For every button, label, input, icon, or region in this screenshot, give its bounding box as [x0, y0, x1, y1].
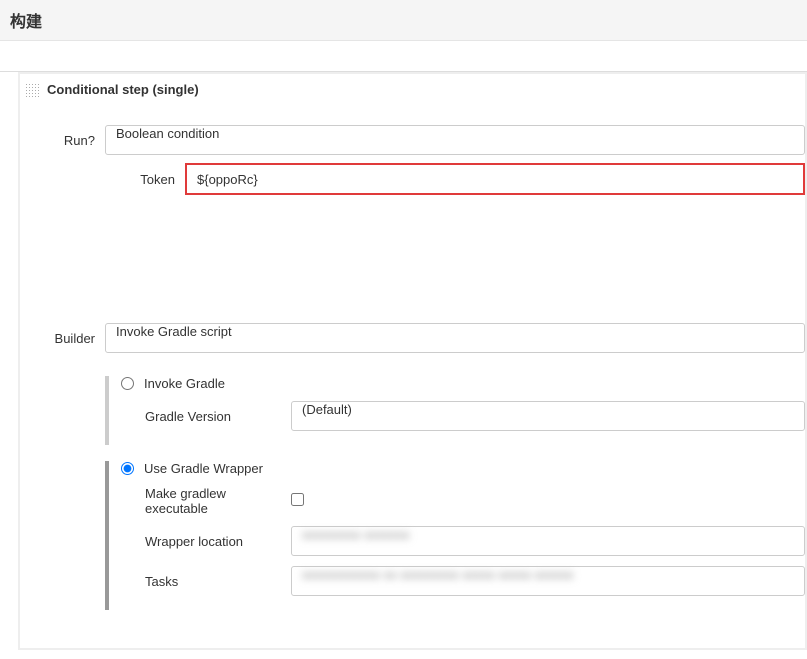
run-select-value: Boolean condition	[116, 126, 219, 141]
gradle-version-label: Gradle Version	[121, 409, 291, 424]
invoke-gradle-radio[interactable]	[121, 377, 134, 390]
use-wrapper-option: Use Gradle Wrapper Make gradlew executab…	[105, 453, 805, 618]
content-wrapper: Conditional step (single) Run? Boolean c…	[0, 71, 807, 650]
section-title: 构建	[10, 14, 42, 31]
tasks-value: xxxxxxxxxxxx xx xxxxxxxxx xxxxx xxxxx xx…	[302, 567, 574, 582]
gradle-version-value: (Default)	[302, 402, 352, 417]
token-label: Token	[105, 172, 185, 187]
token-row: Token	[20, 163, 805, 195]
wrapper-location-value: xxxxxxxxx xxxxxxx	[302, 527, 410, 542]
builder-select-value: Invoke Gradle script	[116, 324, 232, 339]
conditional-step-block: Conditional step (single) Run? Boolean c…	[18, 72, 807, 650]
wrapper-location-row: Wrapper location xxxxxxxxx xxxxxxx	[121, 526, 805, 556]
run-row: Run? Boolean condition	[20, 125, 805, 155]
run-label: Run?	[20, 133, 105, 148]
step-title: Conditional step (single)	[47, 82, 199, 97]
tasks-row: Tasks xxxxxxxxxxxx xx xxxxxxxxx xxxxx xx…	[121, 566, 805, 596]
radio-bar-icon	[105, 376, 109, 445]
token-input[interactable]	[185, 163, 805, 195]
builder-label: Builder	[20, 331, 105, 346]
use-wrapper-radio[interactable]	[121, 462, 134, 475]
radio-bar-icon	[105, 461, 109, 610]
section-header: 构建	[0, 0, 807, 41]
wrapper-location-input[interactable]: xxxxxxxxx xxxxxxx	[291, 526, 805, 556]
invoke-gradle-label: Invoke Gradle	[144, 376, 225, 391]
use-wrapper-label: Use Gradle Wrapper	[144, 461, 263, 476]
gradle-version-select[interactable]: (Default)	[291, 401, 805, 431]
builder-select[interactable]: Invoke Gradle script	[105, 323, 805, 353]
tasks-input[interactable]: xxxxxxxxxxxx xx xxxxxxxxx xxxxx xxxxx xx…	[291, 566, 805, 596]
builder-row: Builder Invoke Gradle script	[20, 323, 805, 353]
tasks-label: Tasks	[121, 574, 291, 589]
make-exec-checkbox[interactable]	[291, 493, 304, 506]
gradle-radio-group: Invoke Gradle Gradle Version (Default)	[105, 368, 805, 618]
invoke-gradle-option: Invoke Gradle Gradle Version (Default)	[105, 368, 805, 453]
step-body: Run? Boolean condition Token Builder	[20, 105, 805, 648]
wrapper-location-label: Wrapper location	[121, 534, 291, 549]
run-select[interactable]: Boolean condition	[105, 125, 805, 155]
make-exec-label: Make gradlew executable	[121, 486, 291, 516]
make-exec-row: Make gradlew executable	[121, 486, 805, 516]
drag-handle-icon[interactable]	[25, 83, 39, 97]
step-header: Conditional step (single)	[20, 74, 805, 105]
gradle-version-row: Gradle Version (Default)	[121, 401, 805, 431]
